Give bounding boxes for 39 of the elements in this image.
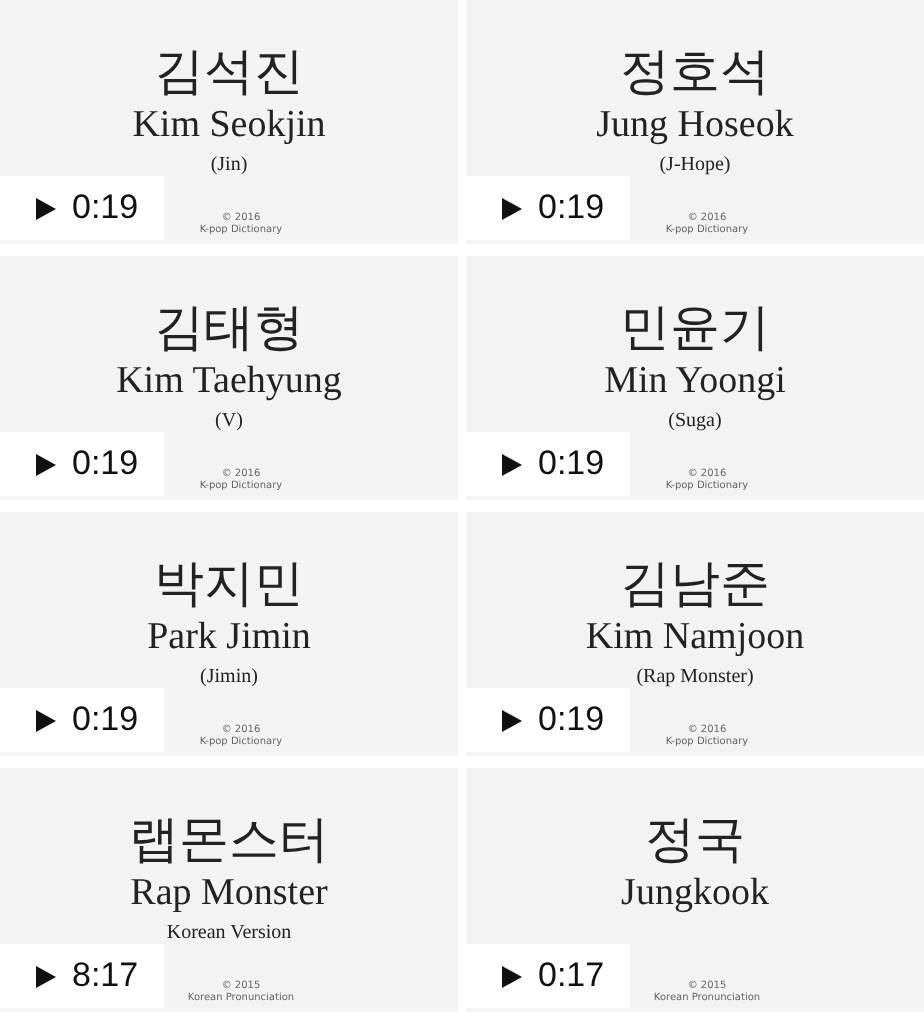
play-icon: [502, 709, 522, 731]
korean-name: 김남준: [620, 556, 770, 616]
romanized-name: Kim Namjoon: [585, 616, 805, 660]
korean-name: 정호석: [620, 44, 770, 104]
duration: 0:19: [538, 700, 605, 740]
korean-name: 박지민: [154, 556, 304, 616]
korean-name: 김태형: [154, 300, 304, 360]
korean-name: 정국: [645, 812, 745, 872]
korean-name: 민윤기: [620, 300, 770, 360]
duration: 0:17: [538, 956, 605, 996]
romanized-name: Kim Taehyung: [116, 360, 342, 404]
duration: 0:19: [538, 188, 605, 228]
duration: 0:19: [72, 444, 139, 484]
play-icon: [502, 197, 522, 219]
subtitle: Korean Version: [166, 920, 292, 948]
romanized-name: Rap Monster: [130, 872, 328, 916]
play-icon: [36, 709, 56, 731]
play-icon: [36, 197, 56, 219]
subtitle: (J-Hope): [659, 152, 731, 180]
play-icon: [36, 965, 56, 987]
korean-name: 김석진: [154, 44, 304, 104]
romanized-name: Jungkook: [621, 872, 769, 916]
play-icon: [502, 453, 522, 475]
romanized-name: Park Jimin: [147, 616, 311, 660]
romanized-name: Kim Seokjin: [132, 104, 326, 148]
korean-name: 랩몬스터: [129, 812, 329, 872]
romanized-name: Jung Hoseok: [596, 104, 794, 148]
duration: 8:17: [72, 956, 139, 996]
subtitle: (Suga): [668, 408, 722, 436]
play-icon: [36, 453, 56, 475]
subtitle: (Jin): [210, 152, 248, 180]
subtitle: (V): [215, 408, 243, 436]
subtitle: (Rap Monster): [636, 664, 754, 692]
subtitle: (Jimin): [200, 664, 258, 692]
duration: 0:19: [72, 188, 139, 228]
duration: 0:19: [72, 700, 139, 740]
romanized-name: Min Yoongi: [604, 360, 786, 404]
duration: 0:19: [538, 444, 605, 484]
play-icon: [502, 965, 522, 987]
